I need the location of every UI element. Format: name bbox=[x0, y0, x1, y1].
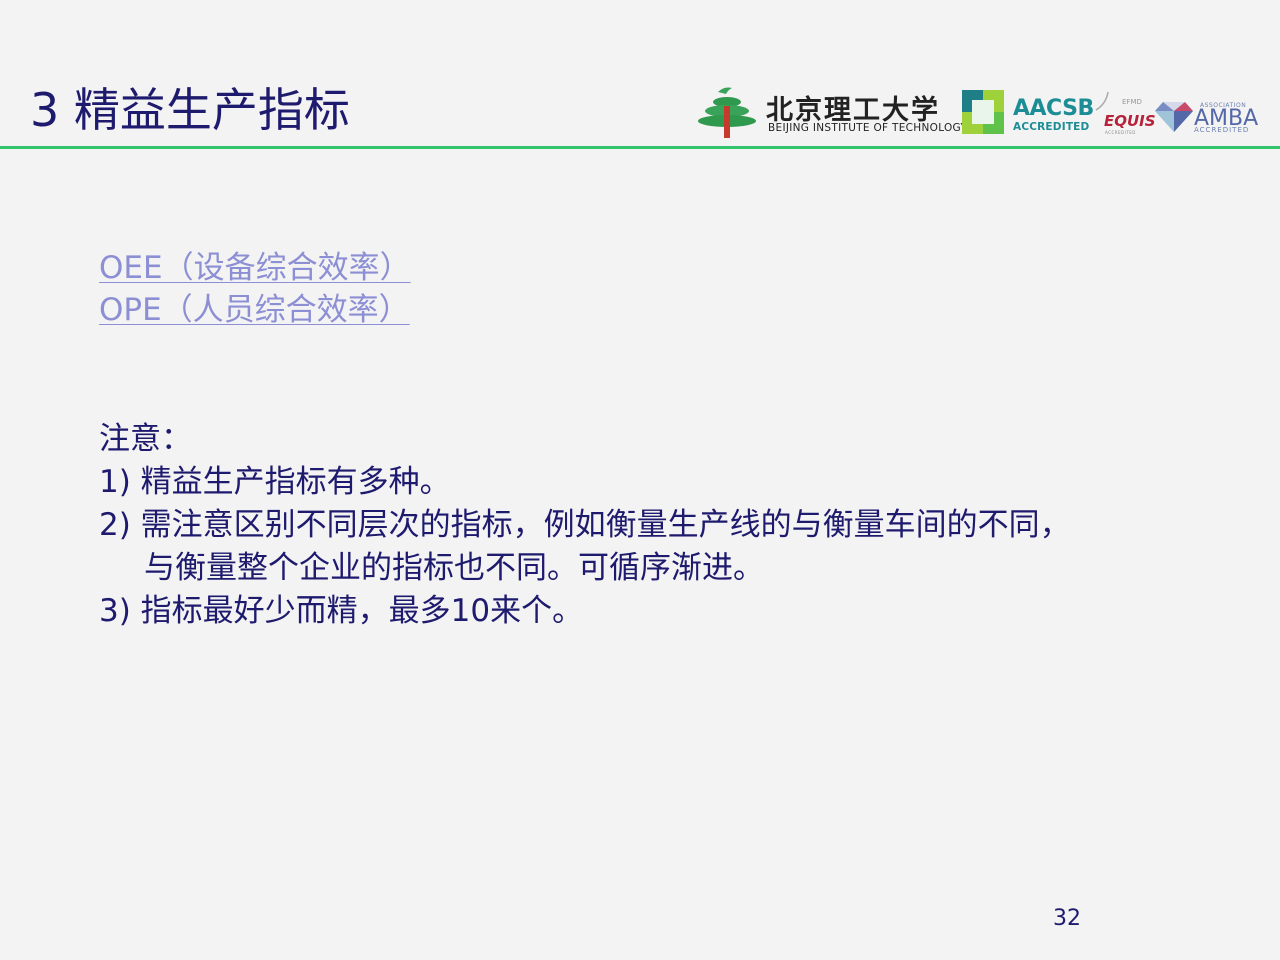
aacsb-accredited: ACCREDITED bbox=[1013, 121, 1090, 133]
amba-gem-icon bbox=[1155, 102, 1193, 132]
amba-accredited: ACCREDITED bbox=[1194, 126, 1250, 134]
equis-accredited: ACCREDITED bbox=[1105, 130, 1136, 135]
note-item-3: 3) 指标最好少而精，最多10来个。 bbox=[99, 593, 584, 629]
square-emblem-icon bbox=[962, 90, 1004, 134]
aacsb-logo: AACSB bbox=[1013, 96, 1094, 121]
note-item-2-line-2: 与衡量整个企业的指标也不同。可循序渐进。 bbox=[144, 550, 764, 586]
efmd-swoosh-icon bbox=[1095, 91, 1109, 111]
oee-link[interactable]: OEE（设备综合效率） bbox=[99, 247, 411, 289]
notes-block: 注意： 1) 精益生产指标有多种。 2) 需注意区别不同层次的指标，例如衡量生产… bbox=[99, 418, 1249, 633]
bit-name-en: BEIJING INSTITUTE OF TECHNOLOGY bbox=[768, 122, 968, 134]
bit-tree-logo-icon bbox=[698, 87, 756, 138]
notes-heading: 注意： bbox=[99, 421, 192, 457]
page-number: 32 bbox=[1053, 906, 1081, 931]
equis-logo: EQUIS bbox=[1104, 112, 1156, 130]
ope-link[interactable]: OPE（人员综合效率） bbox=[99, 289, 410, 331]
efmd-label: EFMD bbox=[1122, 98, 1142, 106]
header-rule bbox=[0, 146, 1280, 149]
header-logos: 北京理工大学 BEIJING INSTITUTE OF TECHNOLOGY A… bbox=[696, 84, 1266, 140]
note-item-2-line-1: 2) 需注意区别不同层次的指标，例如衡量生产线的与衡量车间的不同， bbox=[99, 507, 1071, 543]
note-item-1: 1) 精益生产指标有多种。 bbox=[99, 464, 451, 500]
slide-title: 3 精益生产指标 bbox=[30, 83, 350, 137]
